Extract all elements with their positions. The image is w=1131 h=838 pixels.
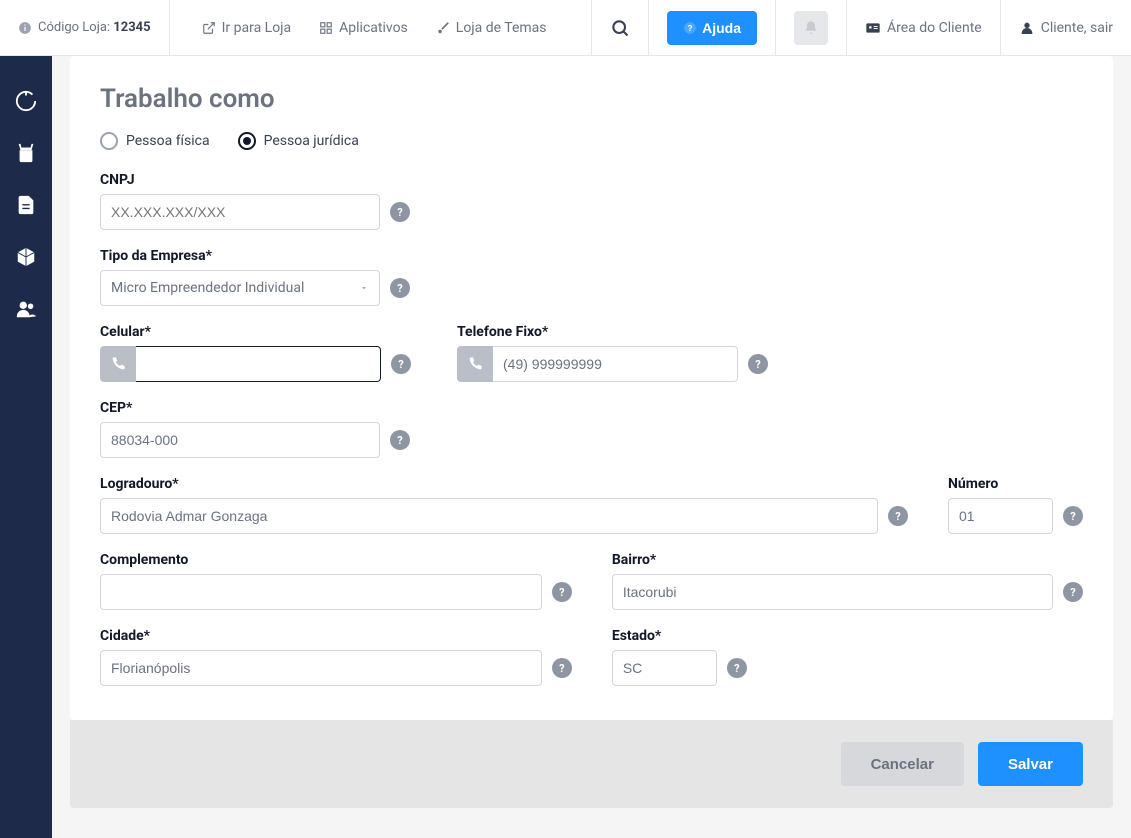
cellphone-input[interactable] — [136, 346, 381, 382]
sidebar-item-docs[interactable] — [15, 194, 37, 216]
complement-input[interactable] — [100, 574, 542, 610]
cellphone-label: Celular* — [100, 324, 411, 340]
apps-link[interactable]: Aplicativos — [305, 20, 422, 36]
help-icon[interactable]: ? — [1063, 582, 1083, 602]
chevron-down-icon — [359, 283, 369, 293]
theme-store-link[interactable]: Loja de Temas — [422, 20, 561, 36]
radio-pessoa-juridica[interactable]: Pessoa jurídica — [238, 132, 359, 150]
store-code-label: Código Loja: — [38, 20, 110, 35]
help-icon[interactable]: ? — [748, 354, 768, 374]
store-code-value: 12345 — [113, 20, 150, 35]
state-input[interactable] — [612, 650, 717, 686]
theme-store-label: Loja de Temas — [456, 20, 547, 36]
client-area-link[interactable]: Área do Cliente — [847, 0, 1001, 55]
help-icon[interactable]: ? — [390, 202, 410, 222]
sidebar — [0, 56, 52, 838]
apps-label: Aplicativos — [339, 20, 408, 36]
id-card-icon — [865, 20, 881, 36]
complement-label: Complemento — [100, 552, 572, 568]
help-icon[interactable]: ? — [888, 506, 908, 526]
district-input[interactable] — [612, 574, 1053, 610]
cancel-button[interactable]: Cancelar — [841, 742, 964, 786]
search-button[interactable] — [591, 0, 649, 55]
bell-icon — [803, 20, 819, 36]
company-type-label: Tipo da Empresa* — [100, 248, 1083, 264]
district-label: Bairro* — [612, 552, 1083, 568]
sidebar-item-customers[interactable] — [15, 298, 37, 320]
brush-icon — [436, 21, 450, 35]
cep-input[interactable] — [100, 422, 380, 458]
number-input[interactable] — [948, 498, 1053, 534]
help-icon[interactable]: ? — [390, 430, 410, 450]
info-icon — [18, 21, 32, 35]
logout-link[interactable]: Cliente, sair — [1001, 0, 1131, 55]
radio-pf-label: Pessoa física — [126, 133, 210, 149]
logout-label: Cliente, sair — [1041, 20, 1113, 36]
help-icon[interactable]: ? — [552, 582, 572, 602]
user-icon — [1019, 20, 1035, 36]
client-area-label: Área do Cliente — [887, 20, 982, 36]
grid-icon — [319, 21, 333, 35]
sidebar-item-orders[interactable] — [15, 142, 37, 164]
action-footer: Cancelar Salvar — [70, 720, 1113, 808]
city-label: Cidade* — [100, 628, 572, 644]
cnpj-input[interactable] — [100, 194, 380, 230]
save-button[interactable]: Salvar — [978, 742, 1083, 786]
landline-label: Telefone Fixo* — [457, 324, 768, 340]
radio-icon-selected — [238, 132, 256, 150]
radio-pessoa-fisica[interactable]: Pessoa física — [100, 132, 210, 150]
number-label: Número — [948, 476, 1083, 492]
help-icon[interactable]: ? — [391, 354, 411, 374]
help-label: Ajuda — [702, 20, 741, 36]
cep-label: CEP* — [100, 400, 1083, 416]
landline-input[interactable] — [493, 346, 738, 382]
street-label: Logradouro* — [100, 476, 908, 492]
radio-pj-label: Pessoa jurídica — [264, 133, 359, 149]
sidebar-item-products[interactable] — [15, 246, 37, 268]
page-title: Trabalho como — [100, 84, 1083, 114]
phone-icon — [457, 346, 493, 382]
notifications-button[interactable] — [794, 11, 828, 45]
sidebar-item-dashboard[interactable] — [15, 90, 37, 112]
radio-icon — [100, 132, 118, 150]
go-to-store-label: Ir para Loja — [222, 20, 292, 36]
store-code: Código Loja: 12345 — [0, 0, 170, 55]
help-button[interactable]: ? Ajuda — [667, 11, 757, 45]
help-icon[interactable]: ? — [552, 658, 572, 678]
company-type-value: Micro Empreendedor Individual — [111, 280, 304, 296]
state-label: Estado* — [612, 628, 747, 644]
svg-text:?: ? — [688, 23, 693, 32]
help-icon[interactable]: ? — [390, 278, 410, 298]
search-icon — [610, 18, 630, 38]
external-link-icon — [202, 21, 216, 35]
phone-icon — [100, 346, 136, 382]
help-icon[interactable]: ? — [727, 658, 747, 678]
street-input[interactable] — [100, 498, 878, 534]
go-to-store-link[interactable]: Ir para Loja — [188, 20, 306, 36]
company-type-select[interactable]: Micro Empreendedor Individual — [100, 270, 380, 306]
help-icon[interactable]: ? — [1063, 506, 1083, 526]
cnpj-label: CNPJ — [100, 172, 1083, 188]
question-icon: ? — [683, 21, 697, 35]
city-input[interactable] — [100, 650, 542, 686]
